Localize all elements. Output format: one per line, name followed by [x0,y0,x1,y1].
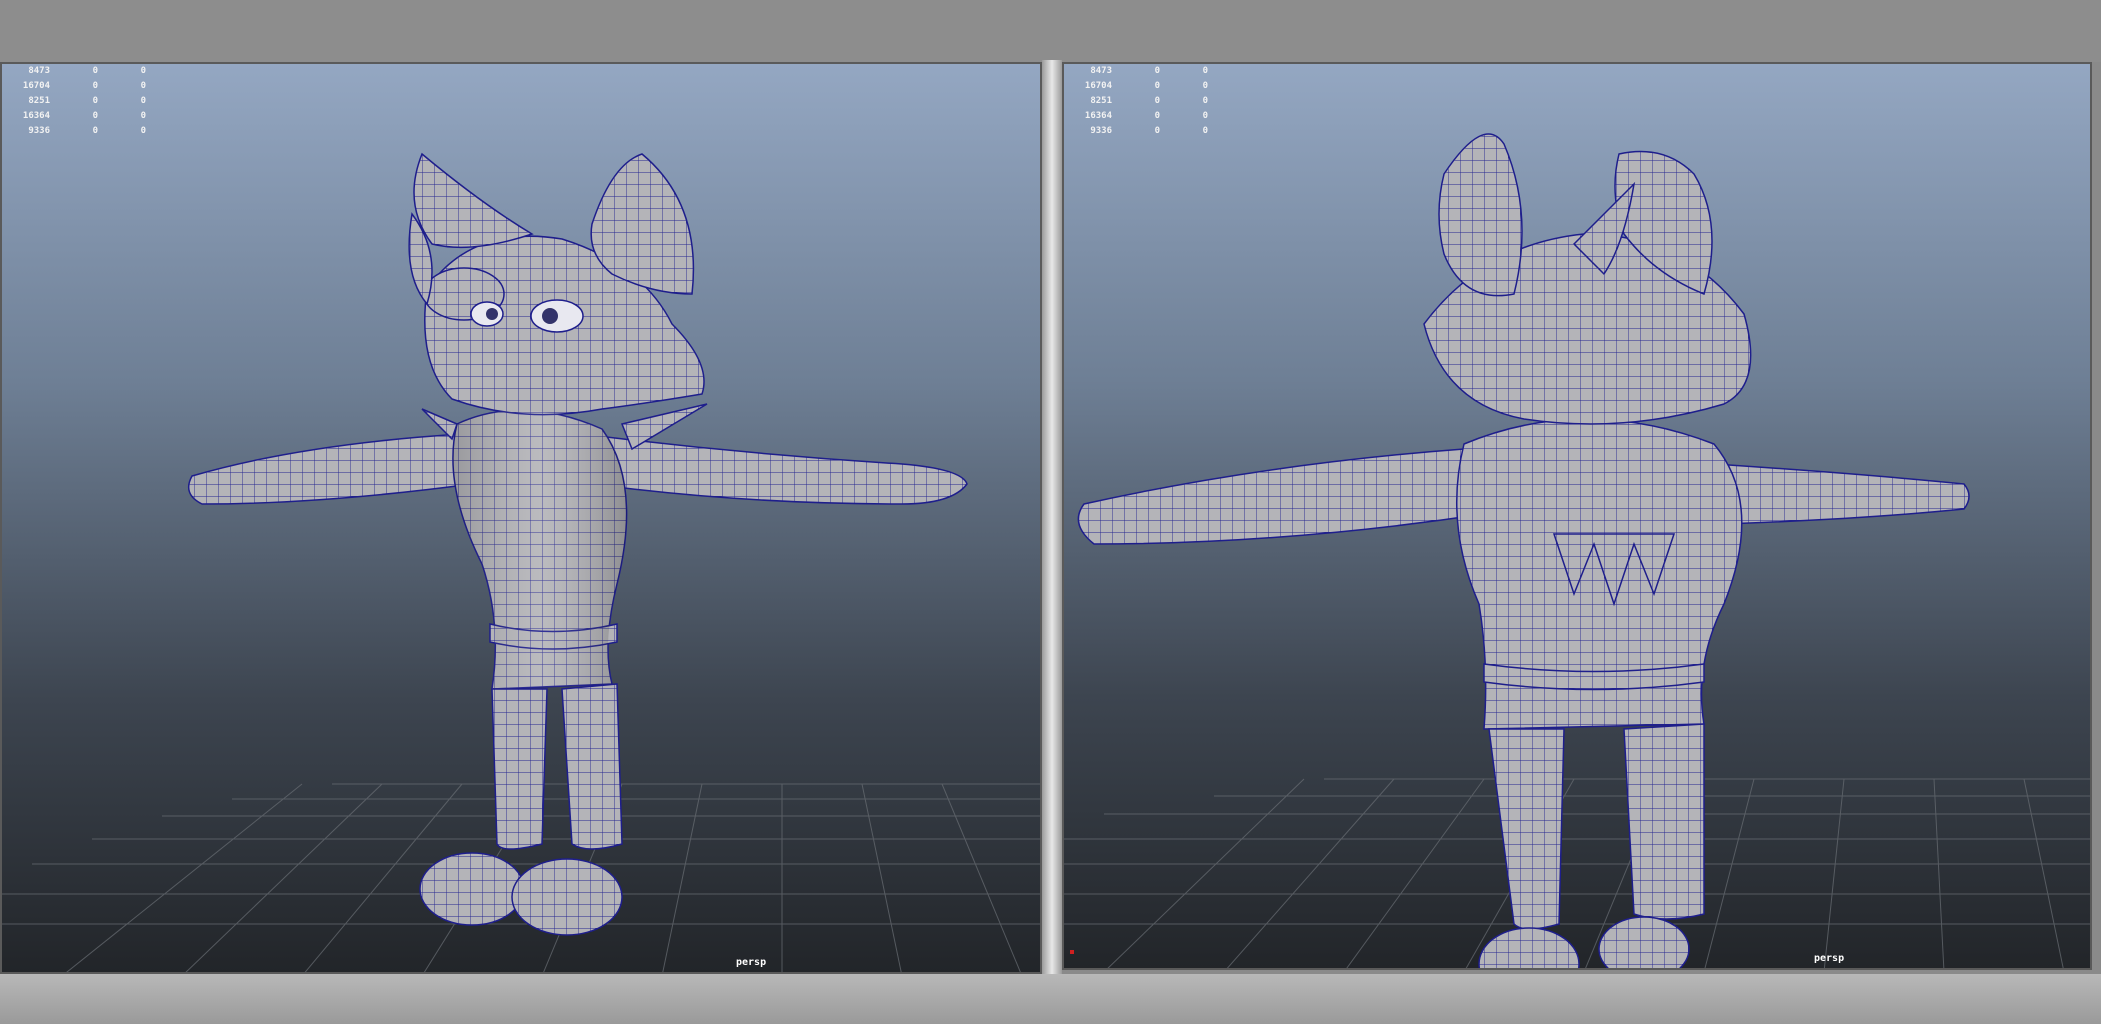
poly-count-hud: 8473 0 0 16704 0 0 8251 0 0 16364 0 0 9336 0 0 [1064,64,1208,139]
viewport-scene-front [2,152,1040,972]
bottom-panel-area [0,974,2101,1024]
character-shading-front [452,410,627,689]
hud-row: 8473 0 0 [28,66,146,76]
hud-row: 9336 0 0 [1090,126,1208,136]
hud-row: 16704 0 0 [22,81,146,91]
hud-row: 9336 0 0 [28,126,146,136]
hud-row: 8473 0 0 [1090,66,1208,76]
ground-grid [1064,778,2090,968]
viewport-back-persp[interactable]: 8473 0 0 16704 0 0 8251 0 0 16364 0 0 9336 0 0 per… [1062,62,2092,970]
hud-row: 16704 0 0 [1084,81,1208,91]
top-toolbar-area [0,0,2101,62]
viewport-divider[interactable] [1042,60,1062,980]
hud-row: 16364 0 0 [1084,111,1208,121]
camera-label: persp [736,957,767,968]
view-axis-indicator [1070,950,1074,954]
viewport-front-persp[interactable]: 8473 0 0 16704 0 0 8251 0 0 16364 0 0 9336 0 0 per… [0,62,1042,974]
poly-count-hud: 8473 0 0 16704 0 0 8251 0 0 16364 0 0 9336 0 0 [2,64,146,139]
hud-row: 16364 0 0 [22,111,146,121]
character-mesh-back [1077,133,1970,968]
hud-row: 8251 0 0 [28,96,146,106]
camera-label: persp [1814,953,1845,964]
viewport-scene-back [1064,133,2090,968]
hud-row: 8251 0 0 [1090,96,1208,106]
